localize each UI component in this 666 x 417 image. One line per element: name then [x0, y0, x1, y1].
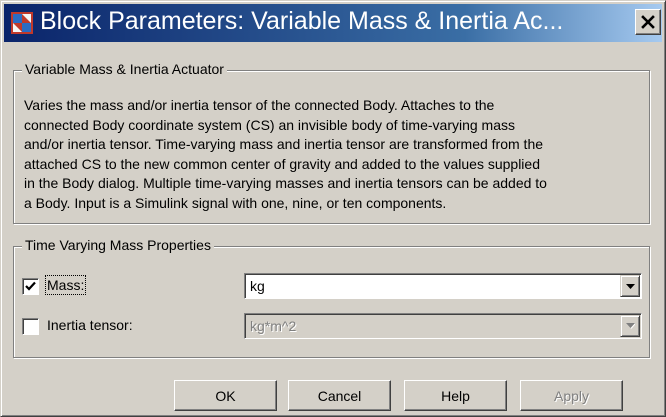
- properties-group-title: Time Varying Mass Properties: [22, 237, 214, 253]
- inertia-tensor-label[interactable]: Inertia tensor:: [47, 317, 133, 333]
- ok-button[interactable]: OK: [174, 380, 277, 411]
- close-icon: [641, 15, 655, 29]
- inertia-units-select[interactable]: kg*m^2: [244, 313, 642, 339]
- mass-checkbox[interactable]: [22, 278, 39, 295]
- title-bar[interactable]: Block Parameters: Variable Mass & Inerti…: [4, 4, 662, 42]
- cancel-button[interactable]: Cancel: [288, 380, 391, 411]
- time-varying-mass-properties-group: Time Varying Mass Properties Mass: kg In…: [13, 237, 650, 358]
- inertia-units-dropdown-button[interactable]: [620, 315, 640, 337]
- description-group-title: Variable Mass & Inertia Actuator: [22, 61, 227, 77]
- mass-label[interactable]: Mass:: [44, 275, 87, 295]
- simulink-block-icon: [11, 12, 33, 34]
- block-parameters-dialog: Block Parameters: Variable Mass & Inerti…: [0, 0, 666, 417]
- chevron-down-icon: [625, 323, 635, 329]
- mass-units-dropdown-button[interactable]: [620, 275, 640, 297]
- chevron-down-icon: [625, 283, 635, 289]
- close-button[interactable]: [635, 9, 661, 35]
- help-button[interactable]: Help: [404, 380, 507, 411]
- checkmark-icon: [25, 281, 36, 291]
- apply-button[interactable]: Apply: [520, 380, 623, 411]
- window-title: Block Parameters: Variable Mass & Inerti…: [40, 7, 564, 35]
- inertia-units-value: kg*m^2: [250, 318, 297, 334]
- mass-units-value: kg: [250, 278, 265, 294]
- description-group: Variable Mass & Inertia Actuator Varies …: [13, 61, 650, 224]
- inertia-tensor-checkbox[interactable]: [22, 318, 39, 335]
- mass-units-select[interactable]: kg: [244, 273, 642, 299]
- block-description: Varies the mass and/or inertia tensor of…: [24, 97, 547, 211]
